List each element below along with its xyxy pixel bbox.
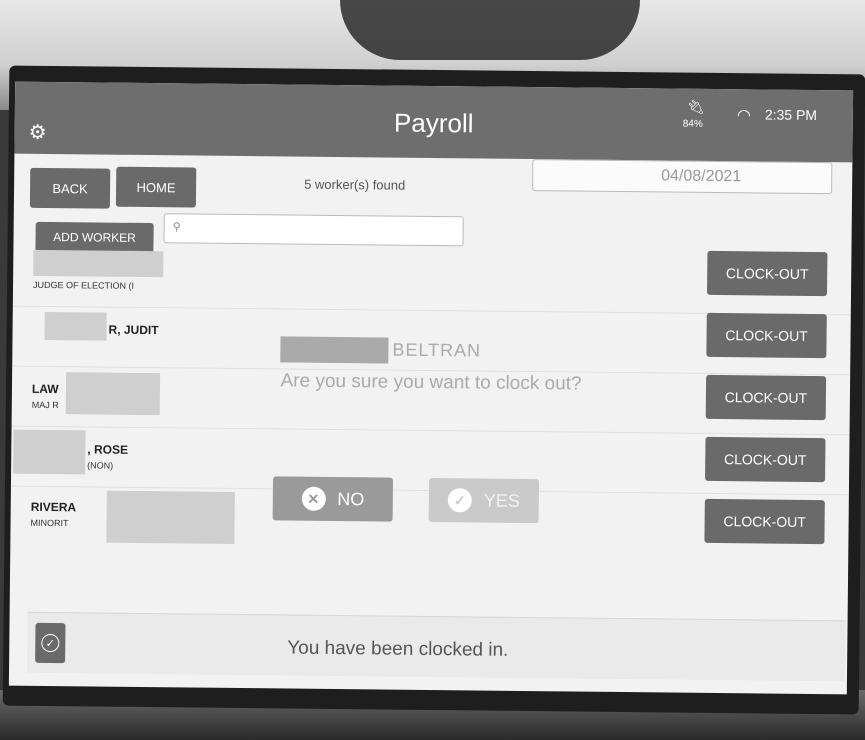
clock-out-button[interactable]: CLOCK-OUT — [705, 436, 826, 483]
worker-name: , ROSE — [87, 442, 129, 457]
worker-row[interactable]: JUDGE OF ELECTION (I — [33, 249, 194, 308]
worker-name: R, JUDIT — [108, 322, 159, 338]
status-time: 2:35 PM — [764, 106, 818, 124]
redaction — [13, 429, 86, 475]
clock-out-button[interactable]: CLOCK-OUT — [706, 312, 827, 359]
x-circle-icon: ✕ — [301, 486, 326, 511]
worker-name: RIVERA — [30, 499, 77, 515]
add-worker-button[interactable]: ADD WORKER — [35, 221, 154, 254]
redaction — [33, 249, 164, 278]
redaction — [106, 490, 235, 544]
redaction — [280, 336, 389, 364]
battery-level: 84% — [682, 118, 703, 130]
worker-role: MINORIT — [30, 517, 69, 529]
search-icon: ⚲ — [172, 221, 181, 234]
modal-worker-name: BELTRAN — [392, 339, 482, 361]
redaction — [44, 311, 107, 341]
plug-icon: 🔌︎ — [686, 98, 705, 115]
worker-role: JUDGE OF ELECTION (I — [33, 279, 135, 291]
toast-check-button[interactable]: ✓ — [35, 622, 66, 664]
clock-out-button[interactable]: CLOCK-OUT — [706, 250, 828, 297]
top-bar: ⚙ Payroll 🔌︎ 84% ◠ 2:35 PM — [14, 81, 854, 163]
page-title: Payroll — [393, 107, 474, 139]
yes-button[interactable]: ✓ YES — [428, 477, 540, 524]
worker-row[interactable]: , ROSE (NON) — [13, 429, 192, 488]
worker-role: (NON) — [87, 460, 114, 471]
date-field[interactable]: 04/08/2021 — [532, 159, 833, 195]
worker-role: MAJ R — [31, 399, 59, 411]
search-input[interactable]: ⚲ — [163, 213, 464, 247]
wifi-icon: ◠ — [736, 107, 751, 125]
toast-message: You have been clocked in. — [287, 637, 509, 661]
back-button[interactable]: BACK — [29, 167, 111, 209]
no-button[interactable]: ✕ NO — [272, 476, 394, 522]
status-toast: ✓ You have been clocked in. — [26, 611, 846, 682]
worker-row[interactable]: RIVERA MINORIT — [30, 488, 235, 546]
tablet-screen: ⚙ Payroll 🔌︎ 84% ◠ 2:35 PM BACK HOME 5 w… — [8, 81, 854, 695]
check-circle-icon: ✓ — [41, 633, 60, 653]
clock-out-button[interactable]: CLOCK-OUT — [704, 498, 825, 545]
home-button[interactable]: HOME — [115, 166, 197, 208]
worker-row[interactable]: R, JUDIT — [32, 310, 193, 368]
workers-found-count: 5 worker(s) found — [304, 176, 406, 193]
yes-label: YES — [483, 490, 520, 511]
photo-object — [340, 0, 640, 60]
check-circle-icon: ✓ — [447, 488, 472, 513]
no-label: NO — [337, 488, 365, 509]
